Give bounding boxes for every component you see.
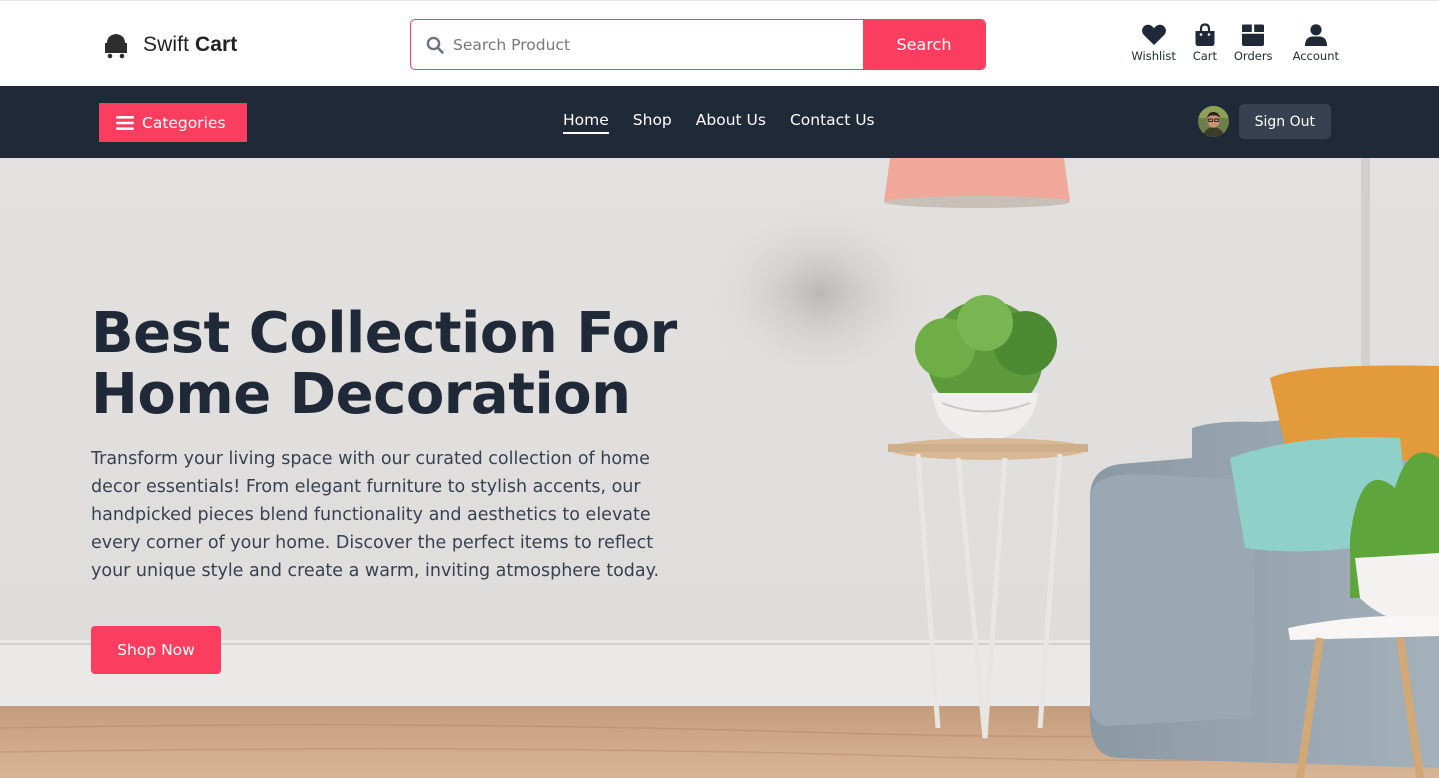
hero-banner: Best Collection For Home Decoration Tran… — [0, 158, 1439, 778]
top-header: Swift Cart Search Wishlist Cart — [0, 0, 1439, 86]
search-field — [411, 20, 863, 69]
categories-label: Categories — [142, 113, 226, 132]
shop-now-button[interactable]: Shop Now — [91, 626, 221, 674]
cart-link[interactable]: Cart — [1192, 23, 1218, 63]
user-avatar[interactable] — [1197, 106, 1229, 137]
hero-title-line-2: Home Decoration — [91, 362, 631, 427]
sign-out-button[interactable]: Sign Out — [1238, 104, 1331, 139]
account-label: Account — [1292, 49, 1339, 63]
wishlist-label: Wishlist — [1131, 49, 1176, 63]
nav-links: Home Shop About Us Contact Us — [563, 111, 875, 134]
brand-logo[interactable]: Swift Cart — [103, 31, 237, 59]
categories-button[interactable]: Categories — [99, 103, 247, 142]
nav-user-area: Sign Out — [1197, 104, 1331, 139]
shopping-bag-icon — [1195, 23, 1215, 46]
nav-link-about-us[interactable]: About Us — [696, 111, 766, 134]
hero-title: Best Collection For Home Decoration — [91, 303, 681, 425]
search-bar: Search — [410, 19, 986, 70]
cart-label: Cart — [1192, 49, 1218, 63]
user-icon — [1304, 24, 1327, 46]
nav-link-home[interactable]: Home — [563, 111, 609, 134]
nav-link-contact-us[interactable]: Contact Us — [790, 111, 875, 134]
search-input[interactable] — [453, 35, 853, 54]
user-links: Wishlist Cart Orders Account — [1131, 23, 1339, 63]
shopping-cart-logo-icon — [105, 34, 127, 59]
nav-link-shop[interactable]: Shop — [633, 111, 672, 134]
hero-title-line-1: Best Collection For — [91, 301, 677, 366]
orders-link[interactable]: Orders — [1234, 23, 1273, 63]
wishlist-link[interactable]: Wishlist — [1131, 23, 1176, 63]
box-icon — [1242, 24, 1265, 46]
main-navbar: Categories Home Shop About Us Contact Us… — [0, 86, 1439, 158]
brand-name: Swift Cart — [143, 33, 238, 56]
search-icon — [426, 36, 444, 54]
hamburger-menu-icon — [116, 115, 134, 130]
hero-description: Transform your living space with our cur… — [91, 449, 660, 581]
heart-icon — [1141, 24, 1166, 45]
hero-content: Best Collection For Home Decoration Tran… — [91, 303, 681, 585]
orders-label: Orders — [1233, 49, 1273, 63]
account-link[interactable]: Account — [1293, 23, 1339, 63]
search-button[interactable]: Search — [863, 20, 985, 69]
